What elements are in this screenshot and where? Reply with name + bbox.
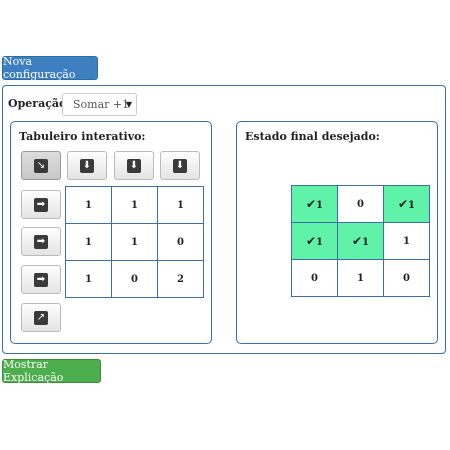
target-grid: ✔1 0 ✔1 ✔1 ✔1 1 0 1 0 (291, 185, 430, 297)
grid-cell: 1 (157, 186, 204, 224)
row-1-arrow-button[interactable]: ➡ (21, 190, 61, 219)
column-3-arrow-button[interactable]: ⬇ (160, 151, 200, 180)
column-2-arrow-button[interactable]: ⬇ (114, 151, 154, 180)
arrow-down-right-icon: ↘ (34, 158, 48, 173)
target-cell-matched: ✔1 (291, 222, 338, 260)
grid-cell: 1 (65, 186, 112, 224)
chevron-down-icon: ▼ (125, 100, 132, 109)
target-cell-matched: ✔1 (291, 185, 338, 223)
grid-cell: 1 (65, 223, 112, 261)
check-icon: ✔ (305, 234, 317, 248)
column-1-arrow-button[interactable]: ⬇ (67, 151, 107, 180)
target-cell-value: 1 (316, 237, 324, 248)
arrow-down-icon: ⬇ (80, 158, 94, 173)
arrow-right-icon: ➡ (34, 272, 48, 287)
grid-cell: 1 (65, 260, 112, 298)
target-cell-value: 1 (403, 235, 410, 247)
target-cell-value: 1 (357, 272, 364, 284)
target-cell: 0 (383, 259, 430, 297)
target-cell-value: 0 (403, 272, 410, 284)
operation-select[interactable]: Somar +1 ▼ (62, 93, 137, 116)
check-icon: ✔ (351, 234, 363, 248)
grid-cell: 2 (157, 260, 204, 298)
grid-cell: 0 (111, 260, 158, 298)
target-state-panel: Estado final desejado: ✔1 0 ✔1 ✔1 ✔1 1 0 1 0 (236, 121, 438, 344)
grid-cell: 0 (157, 223, 204, 261)
check-icon: ✔ (305, 197, 317, 211)
arrow-up-right-icon: ↗ (34, 310, 48, 325)
diagonal-down-arrow-button[interactable]: ↘ (21, 151, 61, 180)
grid-cell: 1 (111, 186, 158, 224)
target-cell-matched: ✔1 (383, 185, 430, 223)
operation-selected-value: Somar +1 (73, 98, 130, 111)
target-cell: 1 (383, 222, 430, 260)
arrow-down-icon: ⬇ (127, 158, 141, 173)
grid-cell: 1 (111, 223, 158, 261)
target-cell: 0 (291, 259, 338, 297)
arrow-right-icon: ➡ (34, 197, 48, 212)
interactive-board-title: Tabuleiro interativo: (19, 130, 146, 143)
target-cell: 0 (337, 185, 384, 223)
interactive-grid: 1 1 1 1 1 0 1 0 2 (65, 186, 204, 298)
target-cell-value: 1 (316, 200, 324, 211)
new-configuration-button[interactable]: Nova configuração (2, 55, 98, 81)
row-3-arrow-button[interactable]: ➡ (21, 265, 61, 294)
target-cell-matched: ✔1 (337, 222, 384, 260)
target-cell: 1 (337, 259, 384, 297)
interactive-board-panel: Tabuleiro interativo: ↘ ⬇ ⬇ ⬇ ➡ ➡ ➡ ↗ 1 … (10, 121, 212, 344)
target-cell-value: 0 (357, 198, 364, 210)
show-explanation-button[interactable]: Mostrar Explicação (2, 358, 101, 384)
row-2-arrow-button[interactable]: ➡ (21, 227, 61, 256)
check-icon: ✔ (397, 197, 409, 211)
target-cell-value: 0 (311, 272, 318, 284)
target-state-title: Estado final desejado: (245, 130, 380, 143)
target-cell-value: 1 (408, 200, 416, 211)
target-cell-value: 1 (362, 237, 370, 248)
arrow-right-icon: ➡ (34, 234, 48, 249)
diagonal-up-arrow-button[interactable]: ↗ (21, 303, 61, 332)
arrow-down-icon: ⬇ (173, 158, 187, 173)
